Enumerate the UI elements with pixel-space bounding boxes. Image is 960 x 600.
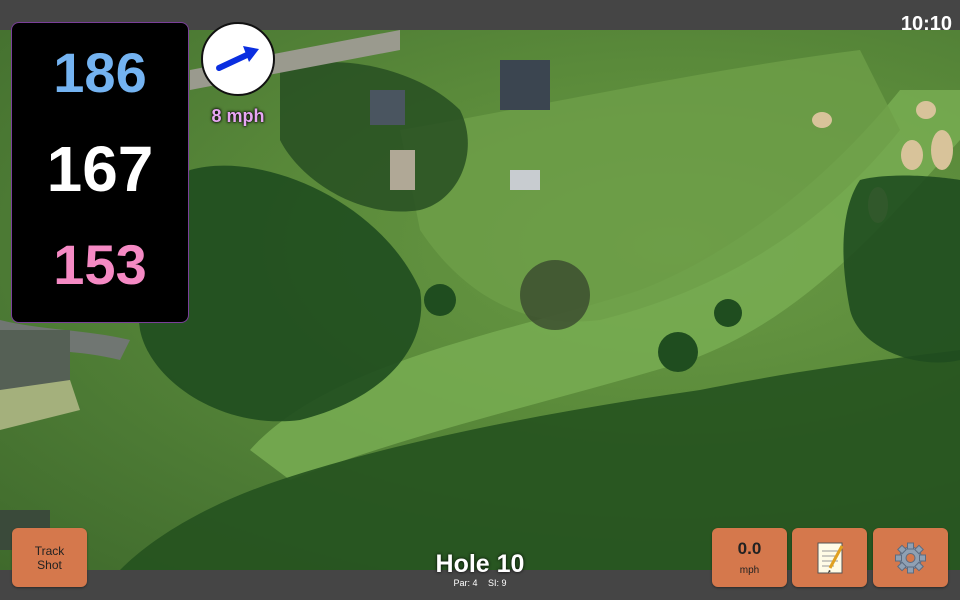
speed-button[interactable]: 0.0 mph bbox=[712, 528, 787, 587]
wind-indicator[interactable] bbox=[201, 22, 275, 96]
speed-unit: mph bbox=[739, 565, 760, 576]
center-distance: 167 bbox=[46, 133, 154, 205]
gear-icon bbox=[895, 542, 926, 574]
track-shot-button[interactable]: Track Shot bbox=[12, 528, 87, 587]
wind-arrow-icon bbox=[216, 46, 259, 71]
hole-stroke-index: SI: 9 bbox=[488, 578, 507, 588]
hole-par: Par: 4 bbox=[453, 578, 478, 588]
wind-speed: 8 mph bbox=[211, 106, 265, 126]
distance-panel: 186 167 153 bbox=[11, 22, 189, 323]
back-distance: 186 bbox=[53, 41, 147, 104]
notes-button[interactable] bbox=[792, 528, 867, 587]
settings-button[interactable] bbox=[873, 528, 948, 587]
speed-value: 0.0 bbox=[737, 539, 762, 558]
front-distance: 153 bbox=[53, 233, 147, 296]
track-shot-label-line2: Shot bbox=[37, 558, 62, 572]
track-shot-label-line1: Track bbox=[34, 544, 65, 558]
notepad-icon bbox=[817, 542, 844, 574]
hole-title: Hole 10 bbox=[435, 550, 525, 578]
hole-meta: Par: 4 SI: 9 bbox=[380, 578, 580, 588]
